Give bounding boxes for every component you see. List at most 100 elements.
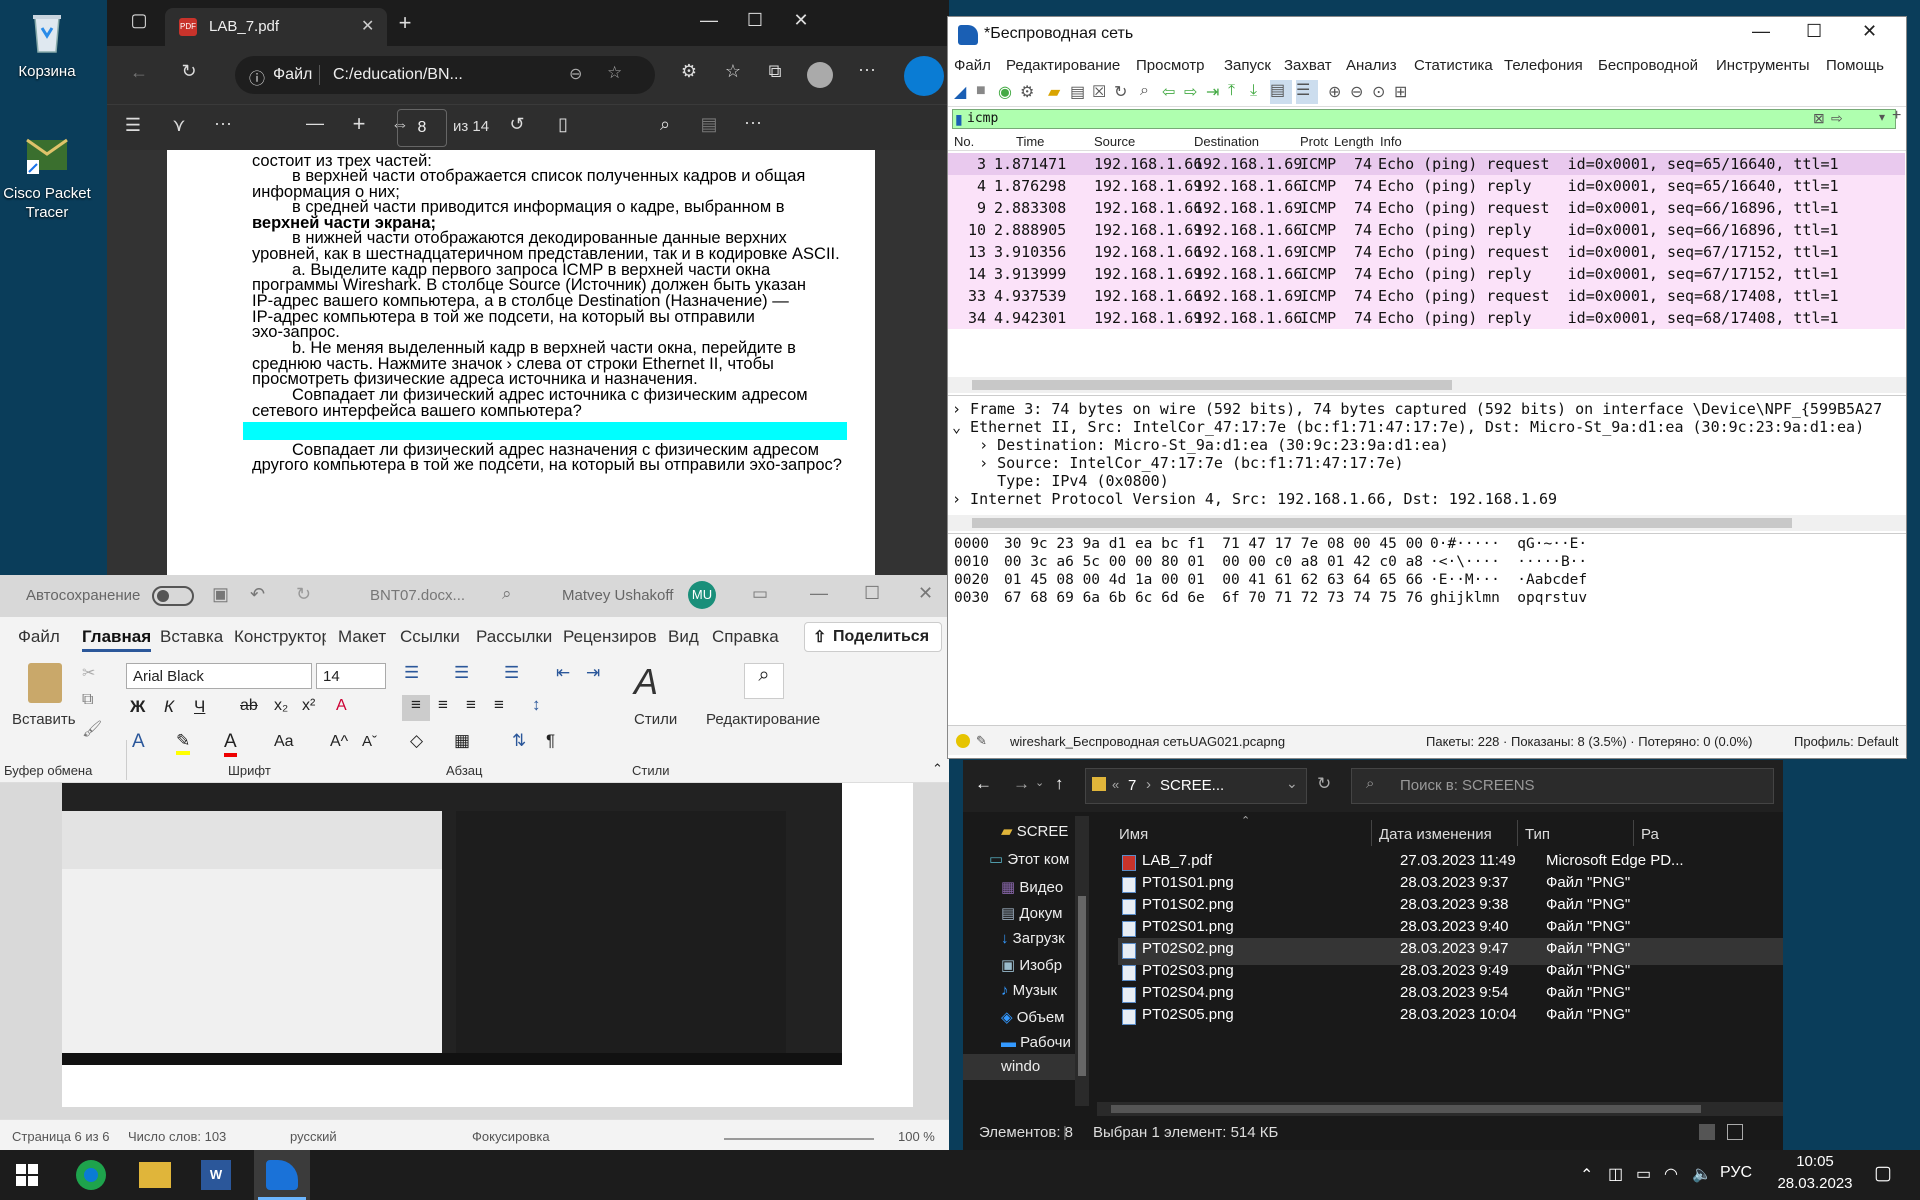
edit-comment-icon[interactable]: ✎ — [976, 733, 987, 749]
col-type[interactable]: Тип — [1525, 826, 1550, 843]
back-icon[interactable]: ← — [127, 62, 151, 83]
reload-icon[interactable]: ↻ — [1114, 82, 1127, 102]
nav-item[interactable]: ◈ Объем — [1001, 1008, 1065, 1026]
packet-row[interactable]: 10 2.888905 192.168.1.69 192.168.1.66 ICMP 74… — [948, 219, 1905, 241]
copy-icon[interactable]: ⧉ — [82, 691, 93, 709]
more-icon[interactable]: ··· — [855, 59, 879, 80]
menu-help[interactable]: Помощь — [1826, 57, 1884, 74]
hex-ascii[interactable]: ghijklmn opqrstuv — [1430, 588, 1587, 608]
save-icon[interactable]: ▤ — [697, 114, 721, 135]
multilevel-icon[interactable]: ☰ — [504, 663, 519, 683]
packet-row[interactable]: 3 1.871471 192.168.1.66 192.168.1.69 ICMP 74 E… — [948, 153, 1905, 175]
filter-dropdown-icon[interactable]: ▾ — [1879, 110, 1885, 124]
bookmark-icon[interactable]: ▮ — [955, 111, 963, 128]
text-effects-icon[interactable]: A — [132, 731, 145, 753]
close-icon[interactable]: ✕ — [1862, 21, 1877, 42]
tab-lab7[interactable]: PDF LAB_7.pdf ✕ — [165, 8, 387, 46]
tab-layout[interactable]: Макет — [338, 627, 386, 647]
desktop-icon-recycle-bin[interactable]: Корзина — [2, 8, 92, 81]
restart-capture-icon[interactable]: ◉ — [998, 82, 1012, 102]
nav-item[interactable]: ▣ Изобр — [1001, 956, 1062, 974]
up-icon[interactable]: ↑ — [1055, 774, 1064, 794]
italic-button[interactable]: К — [164, 697, 174, 717]
nav-item[interactable]: ↓ Загрузк — [1001, 930, 1065, 947]
minimize-icon[interactable]: — — [810, 583, 828, 604]
tiles-view-icon[interactable] — [1727, 1124, 1743, 1140]
font-name-select[interactable]: Arial Black — [126, 663, 312, 689]
packet-row[interactable]: 13 3.910356 192.168.1.66 192.168.1.69 ICMP 74… — [948, 241, 1905, 263]
expert-info-icon[interactable] — [956, 734, 970, 748]
bold-button[interactable]: Ж — [130, 697, 145, 717]
show-marks-icon[interactable]: ¶ — [546, 731, 555, 751]
align-left-icon[interactable]: ≡ — [402, 695, 430, 721]
subscript-button[interactable]: x₂ — [274, 697, 288, 715]
packet-row[interactable]: 4 1.876298 192.168.1.69 192.168.1.66 ICMP 74 E… — [948, 175, 1905, 197]
menu-capture[interactable]: Захват — [1284, 57, 1332, 74]
collapse-ribbon-icon[interactable]: ⌃ — [932, 761, 943, 777]
more-tools-icon[interactable]: ··· — [211, 113, 235, 134]
close-tab-icon[interactable]: ✕ — [361, 16, 374, 36]
close-icon[interactable]: ✕ — [918, 583, 933, 604]
paste-label[interactable]: Вставить — [12, 711, 76, 728]
input-language[interactable]: РУС — [1720, 1164, 1752, 1182]
nav-item[interactable]: ♪ Музык — [1001, 982, 1057, 999]
zoom-plus-icon[interactable]: + — [347, 111, 371, 137]
search-input[interactable]: ⌕ Поиск в: SCREENS — [1351, 768, 1774, 804]
wireshark-app-active[interactable] — [254, 1150, 310, 1200]
packet-row[interactable]: 9 2.883308 192.168.1.66 192.168.1.69 ICMP 74 E… — [948, 197, 1905, 219]
strikethrough-button[interactable]: ab — [240, 697, 258, 715]
nav-item[interactable]: ▦ Видео — [1001, 878, 1063, 896]
path-seg[interactable]: SCREE... — [1160, 777, 1224, 794]
undo-icon[interactable]: ↶ — [250, 584, 265, 605]
rotate-icon[interactable]: ↺ — [505, 114, 529, 135]
status-page[interactable]: Страница 6 из 6 — [12, 1129, 109, 1144]
menu-view[interactable]: Просмотр — [1136, 57, 1205, 74]
col-time[interactable]: Time — [1016, 134, 1044, 149]
favorites-icon[interactable]: ☆ — [721, 61, 745, 82]
profile-avatar[interactable] — [807, 62, 833, 88]
draw-icon[interactable]: ⋎ — [167, 115, 191, 136]
menu-edit[interactable]: Редактирование — [1006, 57, 1120, 74]
refresh-icon[interactable]: ↻ — [1317, 774, 1331, 794]
tab-help[interactable]: Справка — [712, 627, 779, 647]
grow-font-icon[interactable]: A^ — [330, 733, 348, 751]
document-page[interactable] — [62, 783, 913, 1107]
nav-item-selected[interactable]: windo — [963, 1054, 1077, 1080]
wifi-icon[interactable]: ◠ — [1664, 1164, 1678, 1184]
new-tab-icon[interactable]: + — [393, 10, 417, 36]
status-words[interactable]: Число слов: 103 — [128, 1129, 226, 1144]
close-icon[interactable]: ✕ — [789, 10, 813, 31]
start-windows-icon[interactable] — [16, 1164, 38, 1186]
font-size-select[interactable]: 14 — [316, 663, 386, 689]
recent-icon[interactable]: ⌄ — [1035, 776, 1044, 789]
superscript-button[interactable]: x² — [302, 697, 315, 715]
go-forward-icon[interactable]: ⇨ — [1184, 82, 1197, 102]
justify-icon[interactable]: ≡ — [494, 695, 504, 715]
zoom-minus-icon[interactable]: — — [303, 113, 327, 134]
minimize-icon[interactable]: — — [1752, 21, 1770, 42]
meet-now-icon[interactable]: ◫ — [1608, 1164, 1623, 1184]
file-row[interactable]: PT02S05.png 28.03.2023 10:04 Файл "PNG" — [1118, 1004, 1783, 1031]
nav-item[interactable]: ▬ Рабочи — [1001, 1034, 1071, 1051]
hex-ascii[interactable]: 0·#····· qG·~··E· — [1430, 534, 1587, 554]
minimize-icon[interactable]: — — [697, 10, 721, 31]
hex-bytes[interactable]: 67 68 69 6a 6b 6c 6d 6e 6f 70 71 72 73 7… — [1004, 588, 1423, 608]
edge-app-icon[interactable] — [76, 1160, 106, 1190]
status-language[interactable]: русский — [290, 1129, 337, 1144]
battery-icon[interactable]: ▭ — [1636, 1164, 1651, 1184]
clear-filter-icon[interactable]: ⊠ — [1813, 110, 1825, 127]
tab-design[interactable]: Конструктор — [234, 627, 326, 647]
tab-review[interactable]: Рецензиров — [563, 627, 658, 647]
start-capture-icon[interactable]: ◢ — [954, 82, 966, 102]
cut-icon[interactable]: ✂ — [82, 663, 95, 683]
favorite-add-icon[interactable]: ☆ — [607, 63, 622, 83]
apply-filter-icon[interactable]: ⇨ — [1831, 110, 1843, 127]
maximize-icon[interactable]: ☐ — [864, 583, 880, 604]
status-profile[interactable]: Профиль: Default — [1794, 734, 1899, 749]
nav-item[interactable]: ▤ Докум — [1001, 904, 1062, 922]
autosave-toggle[interactable] — [152, 586, 194, 606]
menu-analyze[interactable]: Анализ — [1346, 57, 1397, 74]
hex-ascii[interactable]: ·E··M··· ·Aabcdef — [1430, 570, 1587, 590]
find-packet-icon[interactable]: ⌕ — [1140, 82, 1149, 100]
decrease-indent-icon[interactable]: ⇤ — [556, 663, 570, 683]
